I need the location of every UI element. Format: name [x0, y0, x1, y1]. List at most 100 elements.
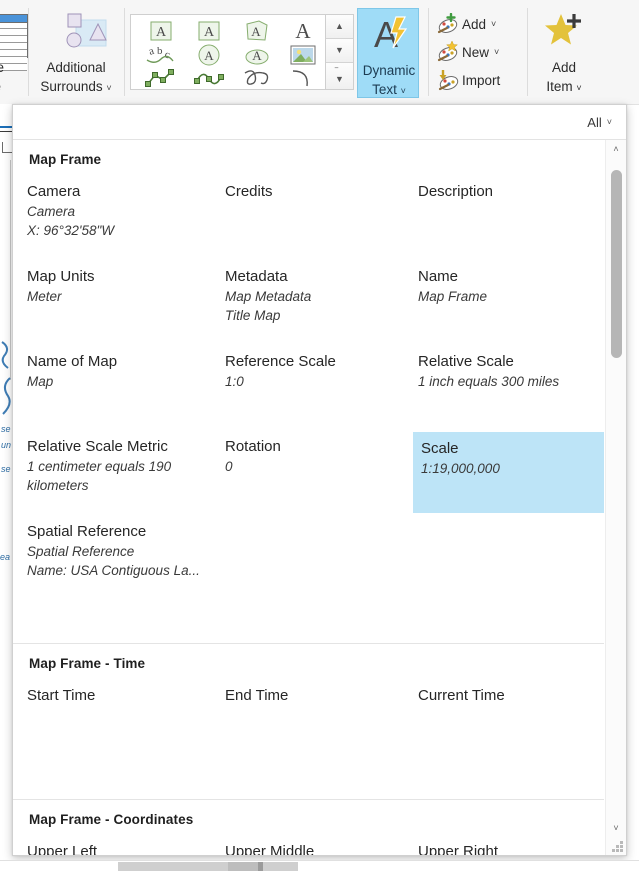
scrollbar-down-button[interactable]: ˅ [606, 819, 626, 837]
chevron-down-icon: ˅ [606, 117, 612, 127]
chevron-down-icon: ˅ [613, 823, 619, 833]
svg-text:A: A [251, 24, 261, 39]
text-styles-gallery[interactable]: A A A A a b c A A ▲ ▼ ‾ ▼ [130, 14, 354, 90]
field-description[interactable]: Description [413, 177, 604, 253]
popup-scrollbar[interactable]: ˄ ˅ [605, 140, 626, 855]
field-metadata[interactable]: Metadata Map Metadata Title Map [217, 262, 413, 338]
section-map-frame: Map Frame Camera Camera X: 96°32'58"W Cr… [13, 140, 604, 643]
additional-surrounds-button[interactable]: Additional Surrounds ˅ [32, 0, 120, 104]
svg-text:A: A [252, 48, 262, 63]
table-row: Relative Scale Metric 1 centimeter equal… [13, 432, 604, 517]
ribbon-divider-4 [527, 8, 528, 96]
gallery-item-picture[interactable] [281, 43, 329, 67]
gallery-item-freehand[interactable] [233, 67, 281, 91]
scrollbar-up-button[interactable]: ˄ [606, 140, 626, 158]
gallery-item-bezier[interactable] [185, 67, 233, 91]
section-title: Map Frame - Time [29, 656, 146, 671]
new-palette-icon [436, 40, 462, 63]
background-dark-rule [0, 131, 12, 132]
import-palette-icon [436, 69, 462, 91]
gallery-item-text-boxed-a[interactable]: A [137, 19, 185, 43]
dynamic-text-list[interactable]: Map Frame Camera Camera X: 96°32'58"W Cr… [13, 140, 604, 855]
chevron-down-bar-icon: ‾ ▼ [335, 67, 344, 84]
background-text-2: un [1, 440, 12, 450]
field-scale[interactable]: Scale 1:19,000,000 [413, 432, 604, 513]
bottom-bar-segment-3 [258, 862, 263, 871]
section-map-frame-time: Map Frame - Time Start Time End Time Cur… [13, 643, 604, 799]
popup-body: Map Frame Camera Camera X: 96°32'58"W Cr… [13, 140, 626, 855]
filter-all-dropdown[interactable]: All ˅ [583, 113, 616, 132]
background-text-3: se [1, 464, 11, 474]
field-relative-scale-metric[interactable]: Relative Scale Metric 1 centimeter equal… [19, 432, 215, 508]
table-frame-icon [0, 14, 28, 58]
chevron-down-icon: ˅ [491, 19, 497, 29]
resize-grip[interactable] [612, 841, 623, 852]
field-credits[interactable]: Credits [217, 177, 413, 253]
new-label: New [462, 44, 490, 60]
gallery-item-text-circle-a[interactable]: A [185, 43, 233, 67]
gallery-scroll-up-button[interactable]: ▲ [326, 15, 353, 39]
table-row: Map Units Meter Metadata Map Metadata Ti… [13, 262, 604, 347]
gallery-item-text-plain-a[interactable]: A [281, 19, 329, 43]
bottom-divider [0, 860, 639, 861]
table-row: Camera Camera X: 96°32'58"W Credits Desc… [13, 177, 604, 262]
svg-text:a: a [147, 45, 155, 58]
table-row: Start Time End Time Current Time [13, 681, 604, 766]
chevron-up-icon: ˄ [613, 144, 619, 154]
field-upper-left[interactable]: Upper Left 129°43'3"W 48°23'27"N [19, 837, 215, 855]
chevron-down-icon: ˅ [400, 86, 406, 96]
table-row: Name of Map Map Reference Scale 1:0 Rela… [13, 347, 604, 432]
field-current-time[interactable]: Current Time [413, 681, 604, 757]
gallery-scroll-down-button[interactable]: ▼ [326, 39, 353, 63]
background-text-4: ea [0, 552, 11, 562]
chevron-down-icon: ▼ [335, 45, 344, 55]
add-label: Add [462, 16, 487, 32]
field-reference-scale[interactable]: Reference Scale 1:0 [217, 347, 413, 423]
ribbon-divider-2 [124, 8, 125, 96]
field-name-of-map[interactable]: Name of Map Map [19, 347, 215, 423]
field-rotation[interactable]: Rotation 0 [217, 432, 413, 508]
field-relative-scale[interactable]: Relative Scale 1 inch equals 300 miles [413, 347, 604, 423]
table-row: Upper Left 129°43'3"W 48°23'27"N Upper M… [13, 837, 604, 855]
gallery-item-text-polygon-a[interactable]: A [233, 19, 281, 43]
import-label: Import [462, 72, 501, 88]
gallery-item-text-boxed-a-2[interactable]: A [185, 19, 233, 43]
chevron-down-icon: ˅ [576, 83, 582, 93]
section-title: Map Frame - Coordinates [29, 812, 194, 827]
ribbon-toolbar: ole ne ˅ Additional Surrounds ˅ [0, 0, 639, 105]
background-blue-rule [0, 126, 12, 128]
add-style-button[interactable]: Add ˅ [436, 10, 526, 38]
svg-text:c: c [163, 48, 171, 61]
field-end-time[interactable]: End Time [217, 681, 413, 757]
dynamic-text-icon: A [369, 14, 409, 55]
import-style-button[interactable]: Import [436, 66, 526, 94]
svg-text:A: A [156, 25, 167, 40]
gallery-expand-button[interactable]: ‾ ▼ [326, 63, 353, 89]
field-camera[interactable]: Camera Camera X: 96°32'58"W [19, 177, 215, 253]
field-name[interactable]: Name Map Frame [413, 262, 604, 338]
gallery-item-text-ellipse-a[interactable]: A [233, 43, 281, 67]
gallery-item-polyline[interactable] [137, 67, 185, 91]
additional-surrounds-icon [58, 12, 114, 56]
background-bracket-icon [2, 142, 12, 153]
add-item-button[interactable]: Add Item ˅ [534, 6, 594, 100]
field-map-units[interactable]: Map Units Meter [19, 262, 215, 338]
field-upper-middle[interactable]: Upper Middle 96°41'9"W 52°28'35"N [217, 837, 413, 855]
field-spatial-reference[interactable]: Spatial Reference Spatial Reference Name… [19, 517, 215, 593]
section-grid: Upper Left 129°43'3"W 48°23'27"N Upper M… [13, 837, 604, 855]
ribbon-divider-3 [428, 8, 429, 96]
section-map-frame-coordinates: Map Frame - Coordinates Upper Left 129°4… [13, 799, 604, 855]
new-style-button[interactable]: New ˅ [436, 38, 526, 66]
chevron-up-icon: ▲ [335, 21, 344, 31]
add-item-star-icon [544, 12, 586, 50]
field-upper-right[interactable]: Upper Right 63°28'48"W 48°41'39"N [413, 837, 604, 855]
gallery-item-text-curved-abc[interactable]: a b c [137, 43, 185, 67]
section-grid: Start Time End Time Current Time [13, 681, 604, 799]
scrollbar-thumb[interactable] [611, 170, 622, 358]
dynamic-text-button[interactable]: A Dynamic Text ˅ [357, 8, 419, 98]
gallery-scroll-buttons: ▲ ▼ ‾ ▼ [325, 15, 353, 89]
add-item-label: Add Item ˅ [546, 60, 582, 94]
bottom-bar-segment-1 [118, 862, 298, 871]
field-start-time[interactable]: Start Time [19, 681, 215, 757]
gallery-item-arc[interactable] [281, 67, 329, 91]
